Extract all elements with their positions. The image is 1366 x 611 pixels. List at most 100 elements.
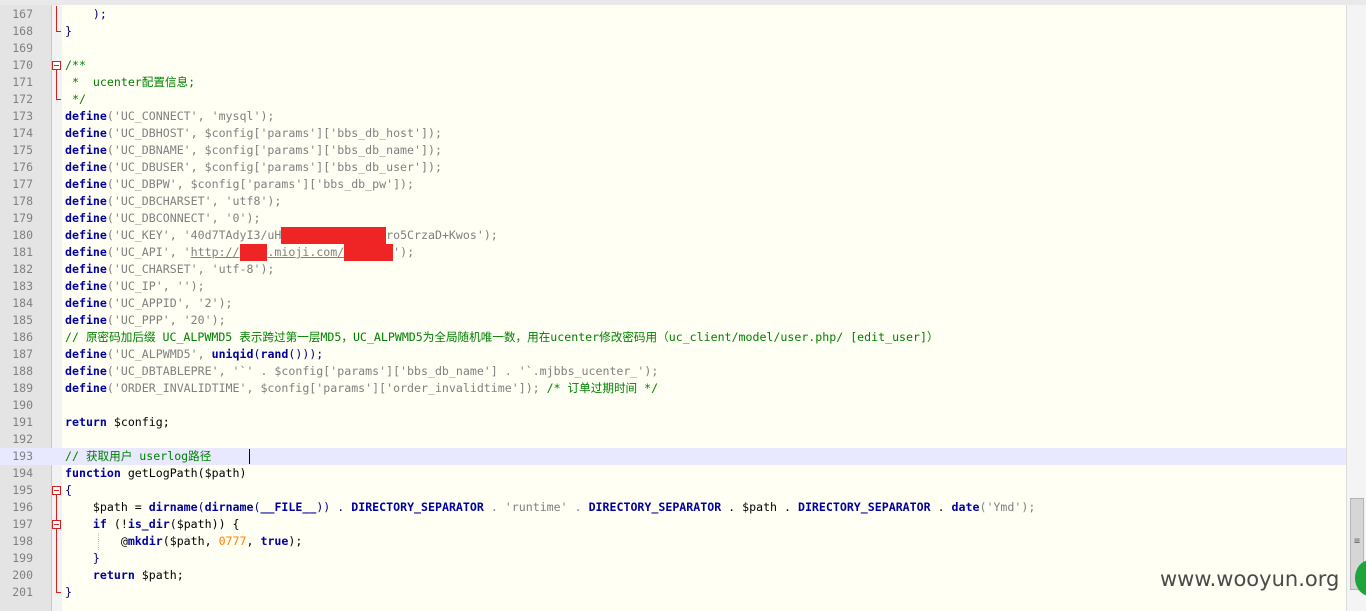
code-line-187[interactable]: 187 define('UC_ALPWMD5', uniqid(rand()))… [0, 346, 1346, 363]
code-line-189[interactable]: 189 define('ORDER_INVALIDTIME', $config[… [0, 380, 1346, 397]
code-text: } [65, 551, 100, 565]
line-number: 168 [12, 24, 33, 38]
code-text: // 获取用户 userlog路径 [65, 449, 212, 463]
code-line-175[interactable]: 175 define('UC_DBNAME', $config['params'… [0, 142, 1346, 159]
code-token: $config; [106, 415, 170, 429]
url-token[interactable]: .mioji.com/ [267, 245, 344, 259]
code-token: ro5CrzaD+Kwos'); [386, 228, 498, 242]
fold-toggle-icon[interactable] [52, 57, 62, 74]
keyword-token: define [65, 109, 107, 123]
code-line-178[interactable]: 178 define('UC_DBCHARSET', 'utf8'); [0, 193, 1346, 210]
line-number: 182 [12, 262, 33, 276]
code-line-199[interactable]: 199 } [0, 550, 1346, 567]
code-line-169[interactable]: 169 [0, 40, 1346, 57]
code-line-195[interactable]: 195 { [0, 482, 1346, 499]
function-token: is_dir [127, 517, 170, 531]
code-text: // 原密码加后缀 UC_ALPWMD5 表示跨过第一层MD5，UC_ALPWM… [65, 330, 939, 344]
keyword-token: define [65, 211, 107, 225]
code-line-200[interactable]: 200 return $path; [0, 567, 1346, 584]
code-line-186[interactable]: 186 // 原密码加后缀 UC_ALPWMD5 表示跨过第一层MD5，UC_A… [0, 329, 1346, 346]
function-token: dirname [204, 500, 254, 514]
code-text: define('ORDER_INVALIDTIME', $config['par… [65, 380, 658, 397]
code-line-197[interactable]: 197 if (!is_dir($path)) { [0, 516, 1346, 533]
code-editor[interactable]: 167 ); 168 } 169 170 /** 171 * ucenter配置… [0, 5, 1366, 611]
line-number: 197 [12, 517, 33, 531]
line-number: 171 [12, 75, 33, 89]
code-line-192[interactable]: 192 [0, 431, 1346, 448]
keyword-token: define [65, 245, 107, 259]
code-token: ('UC_PPP', '20'); [106, 313, 226, 327]
fold-toggle-icon[interactable] [52, 482, 62, 499]
code-line-173[interactable]: 173 define('UC_CONNECT', 'mysql'); [0, 108, 1346, 125]
fold-end-marker [52, 91, 62, 108]
constant-token: __FILE__ [260, 500, 317, 514]
line-number: 176 [12, 160, 33, 174]
code-line-172[interactable]: 172 */ [0, 91, 1346, 108]
code-line-167[interactable]: 167 ); [0, 6, 1346, 23]
fold-toggle-icon[interactable] [52, 516, 62, 533]
code-line-196[interactable]: 196 $path = dirname(dirname(__FILE__)) .… [0, 499, 1346, 516]
keyword-token: if [92, 517, 107, 531]
function-token: date [951, 500, 980, 514]
code-lines[interactable]: 167 ); 168 } 169 170 /** 171 * ucenter配置… [0, 6, 1346, 601]
line-number: 199 [12, 551, 33, 565]
code-token: ( [197, 500, 205, 514]
code-line-193-current[interactable]: 193 // 获取用户 userlog路径 [0, 448, 1346, 465]
code-line-179[interactable]: 179 define('UC_DBCONNECT', '0'); [0, 210, 1346, 227]
line-number: 189 [12, 381, 33, 395]
number-token: 0777 [218, 534, 247, 548]
code-line-184[interactable]: 184 define('UC_APPID', '2'); [0, 295, 1346, 312]
code-line-174[interactable]: 174 define('UC_DBHOST', $config['params'… [0, 125, 1346, 142]
code-line-198[interactable]: 198 @mkdir($path, 0777, true); [0, 533, 1346, 550]
line-number: 173 [12, 109, 33, 123]
code-text: define('UC_KEY', '40d7TAdyI3/uHxxxxxxxxx… [65, 227, 498, 244]
code-line-201[interactable]: 201 } [0, 584, 1346, 601]
url-token[interactable]: http:// [191, 245, 240, 259]
code-line-170[interactable]: 170 /** [0, 57, 1346, 74]
vertical-scrollbar[interactable]: ≡ [1346, 5, 1366, 611]
code-line-168[interactable]: 168 } [0, 23, 1346, 40]
code-token: ($path, [162, 534, 219, 548]
code-token: . 'runtime' . [483, 500, 589, 514]
redaction-block: xxxxxxx [344, 244, 394, 261]
code-token: ($path)) { [169, 517, 240, 531]
code-line-185[interactable]: 185 define('UC_PPP', '20'); [0, 312, 1346, 329]
code-text: define('UC_DBHOST', $config['params']['b… [65, 125, 442, 142]
keyword-token: define [65, 364, 107, 378]
line-number: 183 [12, 279, 33, 293]
code-line-181[interactable]: 181 define('UC_API', 'http://xxxx.mioji.… [0, 244, 1346, 261]
code-text: define('UC_DBNAME', $config['params']['b… [65, 142, 442, 159]
code-line-177[interactable]: 177 define('UC_DBPW', $config['params'][… [0, 176, 1346, 193]
code-line-194[interactable]: 194 function getLogPath($path) [0, 465, 1346, 482]
code-line-188[interactable]: 188 define('UC_DBTABLEPRE', '`' . $confi… [0, 363, 1346, 380]
code-text: { [65, 483, 72, 497]
code-line-180[interactable]: 180 define('UC_KEY', '40d7TAdyI3/uHxxxxx… [0, 227, 1346, 244]
code-token: . $path . [721, 500, 798, 514]
line-number: 178 [12, 194, 33, 208]
code-text: * ucenter配置信息; [65, 75, 196, 89]
code-line-183[interactable]: 183 define('UC_IP', ''); [0, 278, 1346, 295]
keyword-token: define [65, 347, 107, 361]
code-line-190[interactable]: 190 [0, 397, 1346, 414]
keyword-token: function [65, 466, 121, 480]
code-text: define('UC_CHARSET', 'utf-8'); [65, 261, 274, 278]
line-number: 175 [12, 143, 33, 157]
line-number: 181 [12, 245, 33, 259]
code-text: define('UC_APPID', '2'); [65, 295, 233, 312]
code-text: } [65, 585, 72, 599]
code-line-176[interactable]: 176 define('UC_DBUSER', $config['params'… [0, 159, 1346, 176]
function-token: mkdir [127, 534, 163, 548]
keyword-token: define [65, 194, 107, 208]
code-line-191[interactable]: 191 return $config; [0, 414, 1346, 431]
code-line-182[interactable]: 182 define('UC_CHARSET', 'utf-8'); [0, 261, 1346, 278]
line-number: 194 [12, 466, 33, 480]
constant-token: DIRECTORY_SEPARATOR [351, 500, 484, 514]
constant-token: DIRECTORY_SEPARATOR [588, 500, 722, 514]
fold-guide [52, 567, 62, 584]
code-line-171[interactable]: 171 * ucenter配置信息; [0, 74, 1346, 91]
keyword-token: true [260, 534, 289, 548]
code-token: ('Ymd'); [979, 500, 1036, 514]
keyword-token: define [65, 228, 107, 242]
line-number: 190 [12, 398, 33, 412]
